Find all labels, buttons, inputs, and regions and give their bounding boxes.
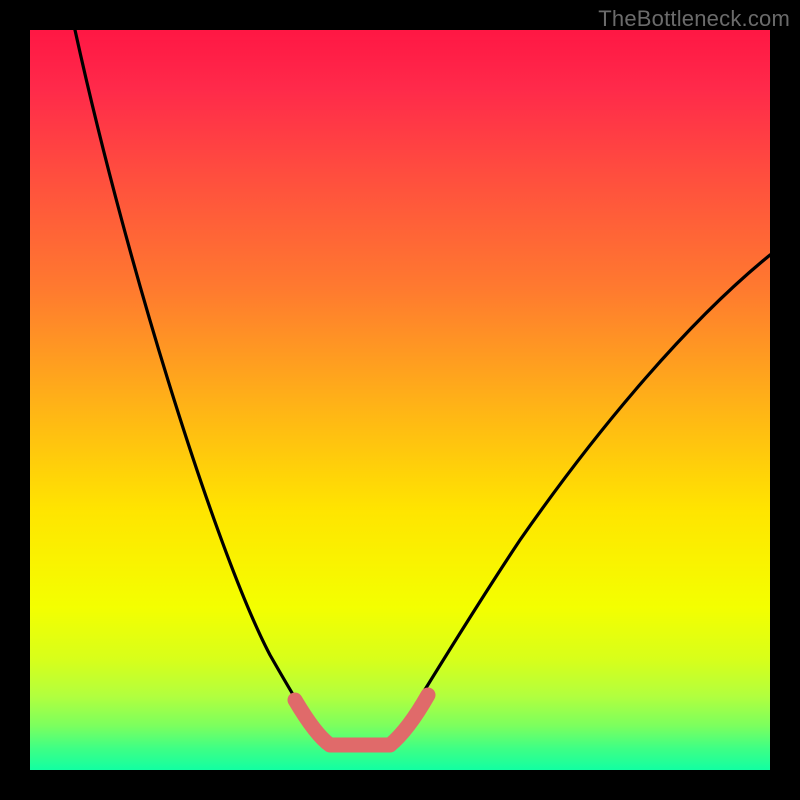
valley-highlight-right bbox=[390, 695, 428, 745]
plot-area bbox=[30, 30, 770, 770]
curve-overlay bbox=[30, 30, 770, 770]
curve-left bbox=[75, 30, 315, 730]
curve-right bbox=[400, 255, 770, 730]
watermark-text: TheBottleneck.com bbox=[598, 6, 790, 32]
chart-container: TheBottleneck.com bbox=[0, 0, 800, 800]
valley-highlight-left bbox=[295, 700, 330, 745]
